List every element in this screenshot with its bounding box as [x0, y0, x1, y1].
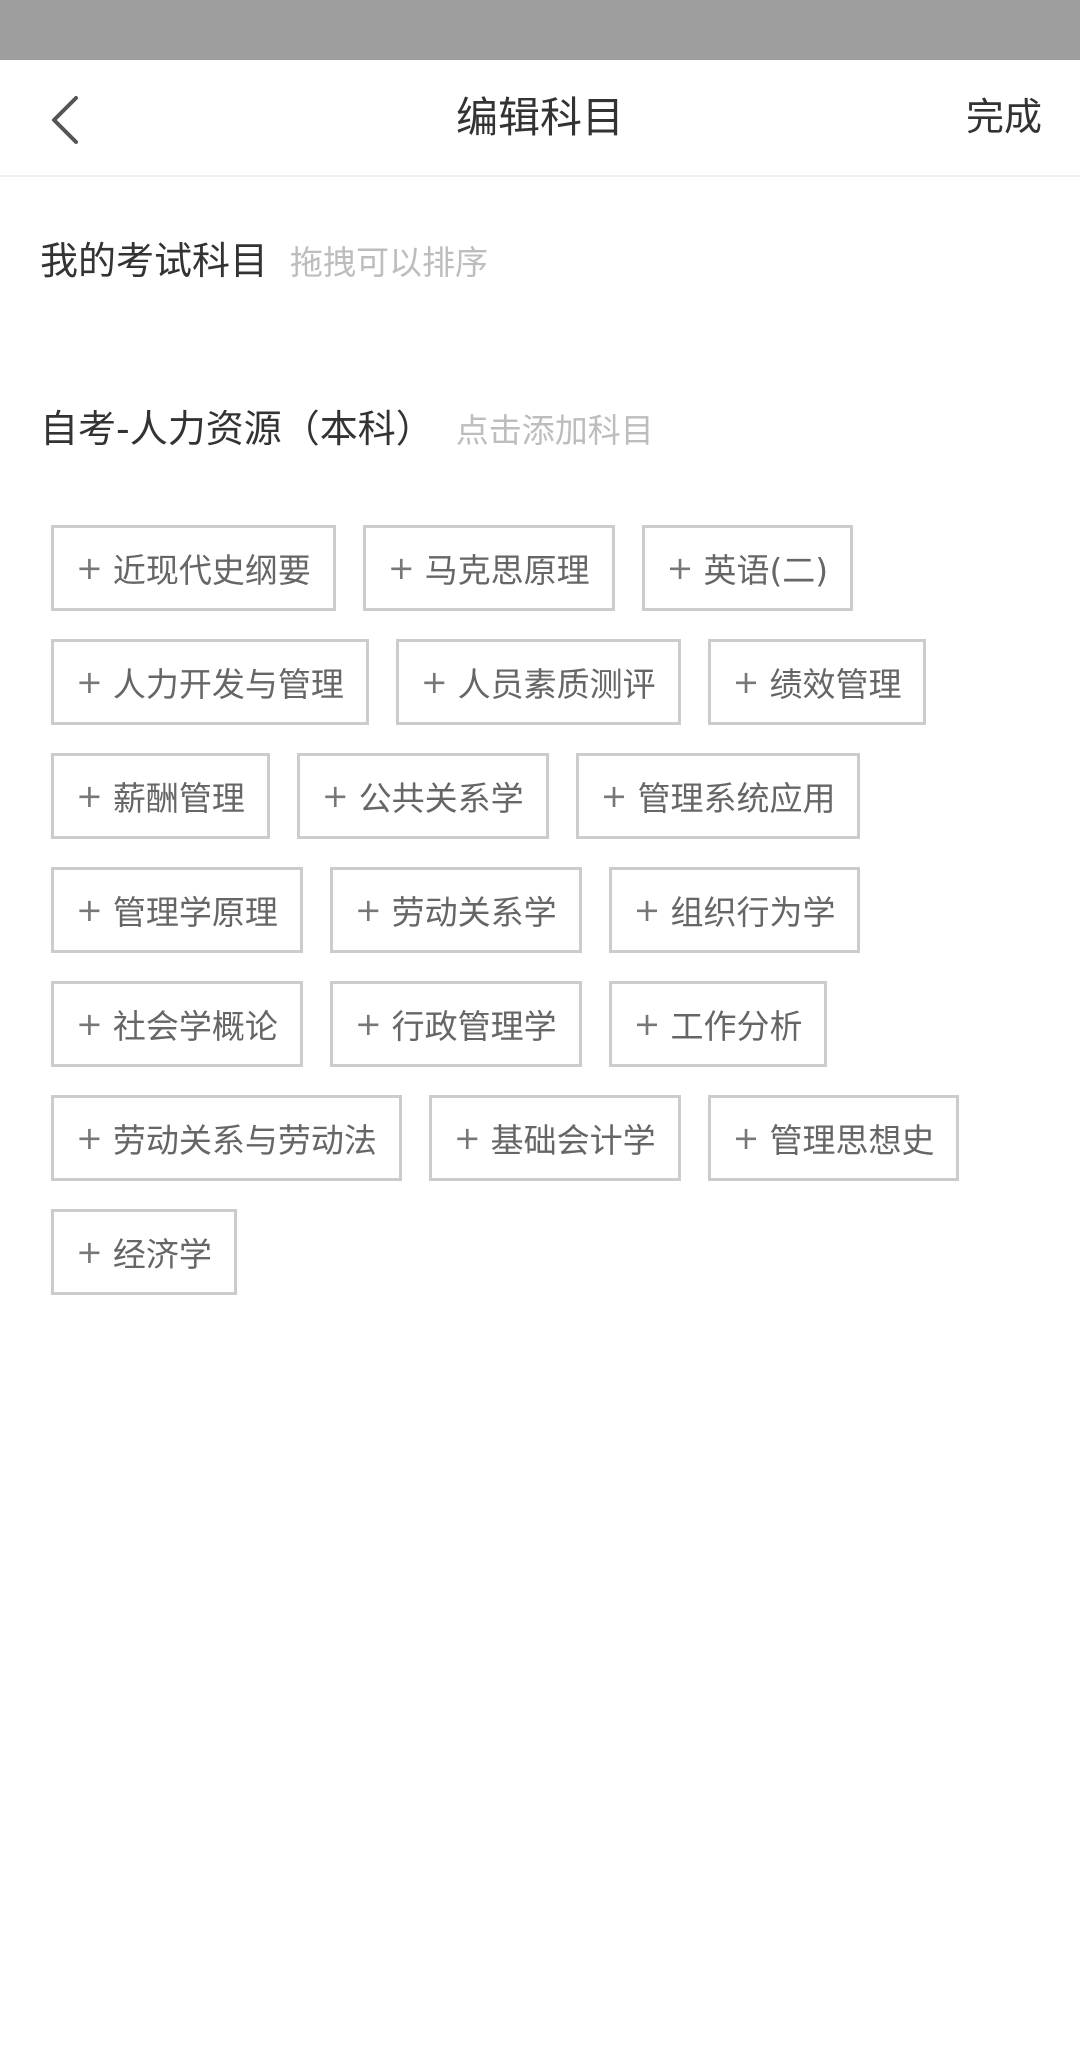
nav-bar: 编辑科目 完成: [0, 60, 1080, 177]
page-title: 编辑科目: [455, 93, 624, 142]
add-subject-hint: 点击添加科目: [455, 411, 654, 450]
plus-icon: +: [420, 663, 448, 701]
subject-label: 马克思原理: [424, 551, 590, 590]
subject-label: 劳动关系学: [391, 893, 557, 932]
plus-icon: +: [76, 777, 103, 815]
done-button[interactable]: 完成: [966, 60, 1042, 175]
subject-label: 管理学原理: [112, 893, 278, 932]
subject-chip[interactable]: + 近现代史纲要: [51, 525, 336, 611]
subject-label: 基础会计学: [490, 1121, 656, 1160]
plus-icon: +: [666, 549, 694, 587]
subject-chip-list: + 近现代史纲要 + 马克思原理 + 英语(二) + 人力开发与管理 + 人员素质测评 +…: [51, 525, 1051, 1295]
subject-chip[interactable]: + 管理思想史: [707, 1095, 960, 1181]
subject-chip[interactable]: + 公共关系学: [296, 753, 549, 839]
subject-label: 英语(二): [703, 551, 829, 590]
subject-chip[interactable]: + 劳动关系学: [329, 867, 582, 953]
plus-icon: +: [76, 663, 103, 701]
my-subjects-header: 我的考试科目 拖拽可以排序: [40, 230, 488, 285]
subject-label: 劳动关系与劳动法: [112, 1121, 377, 1160]
subject-chip[interactable]: + 行政管理学: [329, 981, 582, 1067]
plus-icon: +: [76, 1119, 103, 1157]
plus-icon: +: [633, 1005, 661, 1043]
plus-icon: +: [76, 1005, 103, 1043]
subject-chip[interactable]: + 经济学: [51, 1209, 237, 1295]
subject-label: 近现代史纲要: [112, 551, 311, 590]
drag-sort-hint: 拖拽可以排序: [290, 243, 489, 282]
subject-chip[interactable]: + 基础会计学: [428, 1095, 681, 1181]
program-header: 自考-人力资源（本科） 点击添加科目: [40, 398, 654, 453]
subject-label: 管理系统应用: [637, 779, 836, 818]
program-title: 自考-人力资源（本科）: [40, 407, 434, 451]
subject-chip[interactable]: + 马克思原理: [362, 525, 615, 611]
subject-label: 社会学概论: [112, 1007, 278, 1046]
subject-label: 薪酬管理: [112, 779, 245, 818]
plus-icon: +: [354, 1005, 382, 1043]
status-bar: [0, 0, 1080, 60]
subject-chip[interactable]: + 工作分析: [608, 981, 828, 1067]
subject-chip[interactable]: + 人员素质测评: [395, 639, 681, 725]
plus-icon: +: [354, 891, 382, 929]
subject-chip[interactable]: + 管理学原理: [51, 867, 303, 953]
plus-icon: +: [321, 777, 349, 815]
subject-chip[interactable]: + 社会学概论: [51, 981, 303, 1067]
subject-label: 公共关系学: [358, 779, 524, 818]
plus-icon: +: [76, 1233, 103, 1271]
subject-label: 行政管理学: [391, 1007, 557, 1046]
subject-chip[interactable]: + 管理系统应用: [575, 753, 861, 839]
my-subjects-title: 我的考试科目: [40, 239, 269, 283]
subject-label: 组织行为学: [670, 893, 836, 932]
subject-chip[interactable]: + 组织行为学: [608, 867, 861, 953]
subject-label: 人员素质测评: [457, 665, 656, 704]
subject-chip[interactable]: + 英语(二): [641, 525, 854, 611]
plus-icon: +: [732, 663, 760, 701]
plus-icon: +: [453, 1119, 481, 1157]
subject-label: 人力开发与管理: [112, 665, 344, 704]
subject-label: 工作分析: [670, 1007, 803, 1046]
subject-label: 管理思想史: [769, 1121, 935, 1160]
plus-icon: +: [633, 891, 661, 929]
plus-icon: +: [387, 549, 415, 587]
plus-icon: +: [76, 891, 103, 929]
subject-label: 经济学: [112, 1235, 212, 1274]
subject-chip[interactable]: + 绩效管理: [707, 639, 927, 725]
plus-icon: +: [600, 777, 628, 815]
plus-icon: +: [732, 1119, 760, 1157]
subject-label: 绩效管理: [769, 665, 902, 704]
plus-icon: +: [76, 549, 103, 587]
subject-chip[interactable]: + 人力开发与管理: [51, 639, 369, 725]
subject-chip[interactable]: + 薪酬管理: [51, 753, 270, 839]
subject-chip[interactable]: + 劳动关系与劳动法: [51, 1095, 402, 1181]
